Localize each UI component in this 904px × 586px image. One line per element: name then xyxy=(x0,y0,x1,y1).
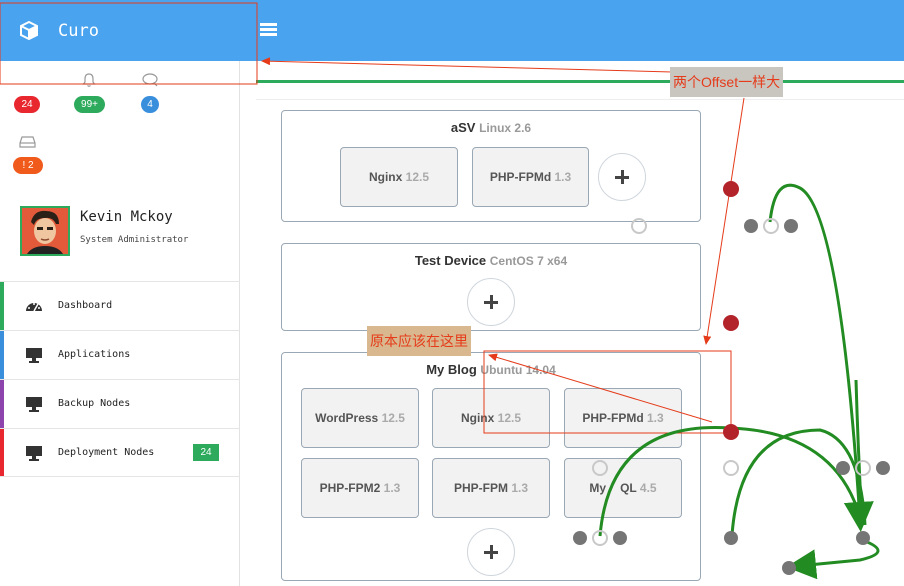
offset-box xyxy=(483,350,732,434)
annotation-original-note: 原本应该在这里 xyxy=(367,326,471,356)
annotation-offset-note: 两个Offset一样大 xyxy=(670,67,784,97)
offset-box xyxy=(0,2,258,85)
